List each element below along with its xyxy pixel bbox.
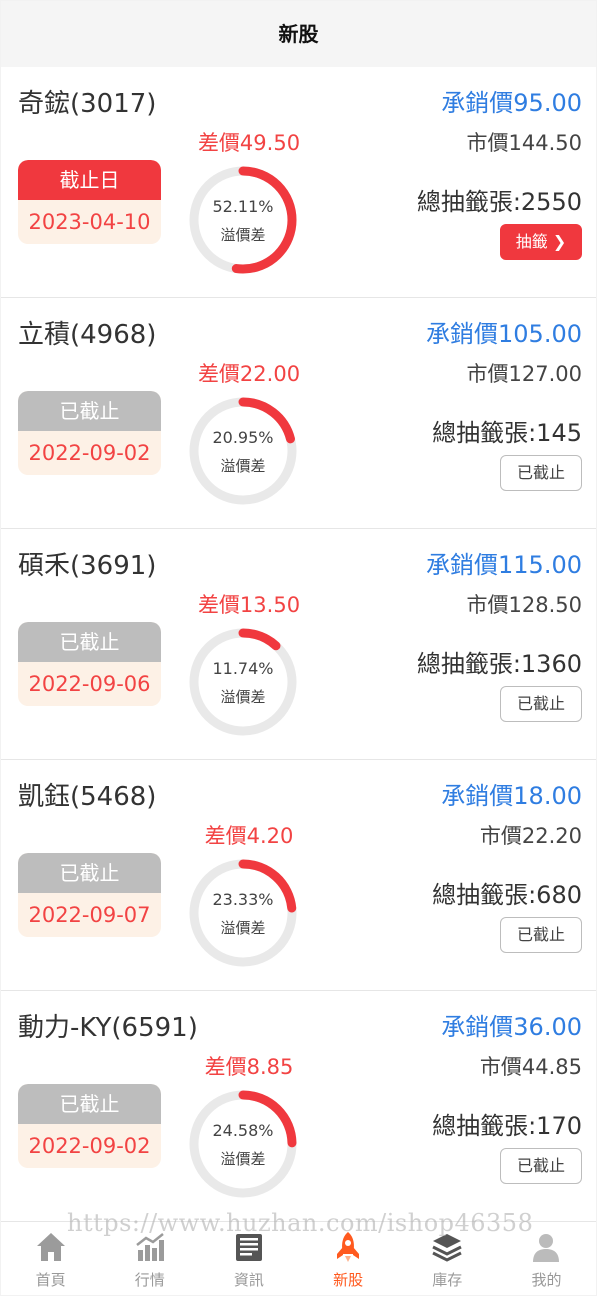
- market-price: 市價128.50: [466, 593, 582, 617]
- chart-icon: [135, 1233, 164, 1261]
- closed-button[interactable]: 已截止: [500, 686, 582, 722]
- market-price: 市價44.85: [479, 1055, 582, 1079]
- closed-button[interactable]: 已截止: [500, 455, 582, 491]
- price-difference: 差價13.50: [197, 593, 301, 617]
- price-difference: 差價4.20: [204, 824, 294, 848]
- premium-percent: 24.58%: [212, 1121, 274, 1140]
- deadline-box: 已截止 2022-09-07: [18, 853, 161, 937]
- total-lots: 總抽籤張:680: [432, 881, 582, 909]
- draw-lottery-button[interactable]: 抽籤 ❯: [500, 224, 582, 260]
- market-price: 市價127.00: [466, 362, 582, 386]
- underwriting-price: 承銷價95.00: [441, 89, 582, 117]
- premium-label: 溢價差: [220, 919, 266, 937]
- app-frame: 新股 奇鋐(3017) 承銷價95.00 截止日 2023-04-10 差價49…: [1, 1, 596, 1295]
- premium-ring: 24.58% 溢價差: [187, 1088, 299, 1200]
- ipo-card[interactable]: 碩禾(3691) 承銷價115.00 已截止 2022-09-06 差價13.5…: [1, 529, 596, 760]
- total-lots: 總抽籤張:1360: [416, 650, 582, 678]
- tab-label: 庫存: [432, 1271, 463, 1289]
- tab-label: 我的: [531, 1271, 562, 1289]
- total-lots: 總抽籤張:170: [432, 1112, 582, 1140]
- underwriting-price: 承銷價105.00: [426, 320, 582, 348]
- deadline-box: 已截止 2022-09-02: [18, 391, 161, 475]
- price-difference: 差價22.00: [197, 362, 301, 386]
- premium-label: 溢價差: [220, 226, 266, 244]
- tab-label: 資訊: [233, 1271, 264, 1289]
- premium-label: 溢價差: [220, 688, 266, 706]
- deadline-box: 已截止 2022-09-06: [18, 622, 161, 706]
- ipo-card[interactable]: 立積(4968) 承銷價105.00 已截止 2022-09-02 差價22.0…: [1, 298, 596, 529]
- deadline-status: 已截止: [18, 1084, 161, 1124]
- deadline-date: 2023-04-10: [28, 210, 151, 234]
- page-title: 新股: [1, 1, 596, 67]
- bottom-tab-bar: 首頁 行情 資訊 新股 庫存 我的: [1, 1221, 596, 1295]
- premium-label: 溢價差: [220, 1150, 266, 1168]
- premium-percent: 11.74%: [212, 659, 274, 678]
- premium-percent: 23.33%: [212, 890, 274, 909]
- underwriting-price: 承銷價115.00: [426, 551, 582, 579]
- ipo-card[interactable]: 凱鈺(5468) 承銷價18.00 已截止 2022-09-07 差價4.20 …: [1, 760, 596, 991]
- stock-name: 動力-KY(6591): [18, 1013, 198, 1043]
- underwriting-price: 承銷價36.00: [441, 1013, 582, 1041]
- premium-percent: 52.11%: [212, 197, 274, 216]
- premium-percent: 20.95%: [212, 428, 274, 447]
- tab-label: 首頁: [35, 1271, 66, 1289]
- premium-ring: 52.11% 溢價差: [187, 164, 299, 276]
- price-difference: 差價49.50: [197, 131, 301, 155]
- deadline-date: 2022-09-06: [28, 672, 151, 696]
- premium-ring: 23.33% 溢價差: [187, 857, 299, 969]
- deadline-status: 截止日: [18, 160, 161, 200]
- deadline-status: 已截止: [18, 853, 161, 893]
- ipo-list: 奇鋐(3017) 承銷價95.00 截止日 2023-04-10 差價49.50…: [1, 67, 596, 1222]
- premium-label: 溢價差: [220, 457, 266, 475]
- premium-ring: 20.95% 溢價差: [187, 395, 299, 507]
- tab-profile[interactable]: 我的: [497, 1222, 596, 1295]
- ipo-card[interactable]: 奇鋐(3017) 承銷價95.00 截止日 2023-04-10 差價49.50…: [1, 67, 596, 298]
- tab-news[interactable]: 資訊: [199, 1222, 298, 1295]
- ipo-card[interactable]: 動力-KY(6591) 承銷價36.00 已截止 2022-09-02 差價8.…: [1, 991, 596, 1222]
- deadline-box: 已截止 2022-09-02: [18, 1084, 161, 1168]
- deadline-status: 已截止: [18, 391, 161, 431]
- tab-home[interactable]: 首頁: [1, 1222, 100, 1295]
- layers-icon: [432, 1234, 462, 1262]
- news-icon: [235, 1234, 262, 1261]
- tab-ipo[interactable]: 新股: [299, 1222, 398, 1295]
- rocket-icon: [337, 1232, 360, 1262]
- total-lots: 總抽籤張:2550: [416, 188, 582, 216]
- stock-name: 奇鋐(3017): [18, 89, 157, 119]
- tab-holdings[interactable]: 庫存: [398, 1222, 497, 1295]
- market-price: 市價144.50: [466, 131, 582, 155]
- tab-label: 行情: [134, 1271, 165, 1289]
- stock-name: 立積(4968): [18, 320, 157, 350]
- price-difference: 差價8.85: [204, 1055, 294, 1079]
- deadline-box: 截止日 2023-04-10: [18, 160, 161, 244]
- stock-name: 凱鈺(5468): [18, 782, 157, 812]
- tab-market[interactable]: 行情: [100, 1222, 199, 1295]
- deadline-date: 2022-09-07: [28, 903, 151, 927]
- closed-button[interactable]: 已截止: [500, 1148, 582, 1184]
- user-icon: [533, 1234, 560, 1262]
- deadline-date: 2022-09-02: [28, 441, 151, 465]
- home-icon: [36, 1233, 65, 1261]
- underwriting-price: 承銷價18.00: [441, 782, 582, 810]
- premium-ring: 11.74% 溢價差: [187, 626, 299, 738]
- deadline-date: 2022-09-02: [28, 1134, 151, 1158]
- tab-label: 新股: [333, 1271, 364, 1289]
- stock-name: 碩禾(3691): [18, 551, 157, 581]
- market-price: 市價22.20: [479, 824, 582, 848]
- deadline-status: 已截止: [18, 622, 161, 662]
- closed-button[interactable]: 已截止: [500, 917, 582, 953]
- total-lots: 總抽籤張:145: [432, 419, 582, 447]
